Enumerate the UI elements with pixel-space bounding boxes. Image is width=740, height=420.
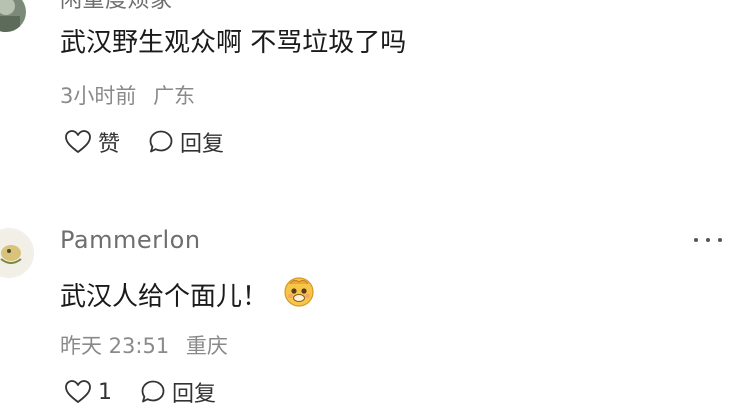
comment-location: 重庆 xyxy=(185,334,228,358)
comment-meta: 3小时前 广东 xyxy=(60,80,205,110)
avatar[interactable] xyxy=(0,0,26,32)
heart-outline-icon xyxy=(64,379,92,405)
comment-time: 昨天 23:51 xyxy=(60,334,170,358)
more-dots-icon xyxy=(694,238,698,242)
more-dot xyxy=(706,238,710,242)
comment-item: 闲重度烦家 武汉野生观众啊 不骂垃圾了吗 3小时前 广东 赞 回复 xyxy=(0,0,740,210)
comment-item: Pammerlon 武汉人给个面儿！ 昨天 23:51 重庆 1 回复 xyxy=(0,210,740,420)
like-label: 赞 xyxy=(98,132,121,157)
like-count: 1 xyxy=(98,379,112,405)
reply-button[interactable]: 回复 xyxy=(148,126,224,158)
comment-text-body: 武汉野生观众啊 不骂垃圾了吗 xyxy=(60,28,407,58)
reply-button[interactable]: 回复 xyxy=(140,376,216,408)
comment-text-body: 武汉人给个面儿！ xyxy=(60,282,269,312)
comment-text: 武汉野生观众啊 不骂垃圾了吗 xyxy=(60,22,406,59)
comment-actions: 赞 回复 xyxy=(64,126,224,158)
reply-label: 回复 xyxy=(172,382,217,407)
like-button[interactable]: 1 xyxy=(64,379,112,405)
reply-label: 回复 xyxy=(180,132,225,157)
comment-username[interactable]: Pammerlon xyxy=(60,226,201,254)
smiling-face-emoji xyxy=(282,274,316,315)
comment-location: 广东 xyxy=(153,84,196,108)
comment-time: 3小时前 xyxy=(60,84,137,108)
avatar[interactable] xyxy=(0,228,34,278)
speech-bubble-icon xyxy=(148,129,174,155)
comment-actions: 1 回复 xyxy=(64,376,216,408)
like-button[interactable]: 赞 xyxy=(64,126,120,158)
speech-bubble-icon xyxy=(140,379,166,405)
comment-meta: 昨天 23:51 重庆 xyxy=(60,330,238,360)
more-dot xyxy=(718,238,722,242)
comment-text: 武汉人给个面儿！ xyxy=(60,274,316,315)
heart-outline-icon xyxy=(64,129,92,155)
comment-username[interactable]: 闲重度烦家 xyxy=(60,0,173,14)
more-options-button[interactable] xyxy=(694,230,722,250)
